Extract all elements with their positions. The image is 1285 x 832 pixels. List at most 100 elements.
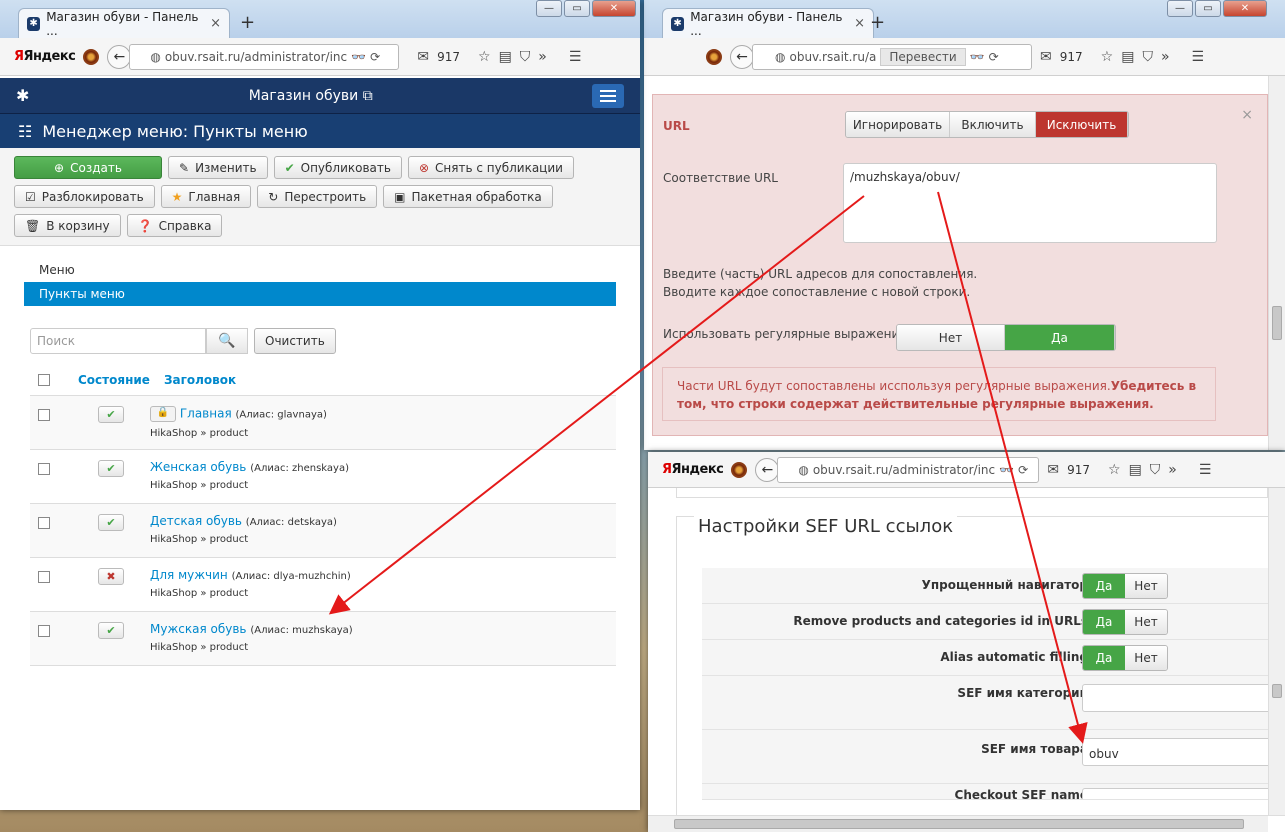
overflow-icon[interactable]: » bbox=[538, 49, 547, 65]
url-match-textarea[interactable]: /muzhskaya/obuv/ bbox=[843, 163, 1217, 243]
glasses-icon[interactable]: 👓 bbox=[351, 50, 366, 64]
home-button[interactable]: ★ Главная bbox=[160, 185, 252, 208]
translate-button[interactable]: Перевести bbox=[880, 47, 966, 66]
no-button[interactable]: Нет bbox=[1125, 574, 1167, 598]
bookmark-star-icon[interactable]: ☆ bbox=[1108, 462, 1121, 478]
exclude-button[interactable]: Исключить bbox=[1036, 112, 1128, 137]
pocket-icon[interactable]: ⛉ bbox=[1150, 462, 1161, 478]
maximize-icon[interactable]: ▭ bbox=[564, 0, 590, 17]
yes-button[interactable]: Да bbox=[1083, 646, 1125, 670]
regex-yes-button[interactable]: Да bbox=[1005, 325, 1115, 350]
mail-icon[interactable]: ✉ bbox=[417, 49, 429, 65]
unlock-button[interactable]: ☑ Разблокировать bbox=[14, 185, 155, 208]
address-bar[interactable]: ◍ obuv.rsait.ru/administrator/inc 👓 ⟳ bbox=[129, 43, 400, 70]
edit-button[interactable]: ✎ Изменить bbox=[168, 156, 268, 179]
no-button[interactable]: Нет bbox=[1125, 646, 1167, 670]
back-icon[interactable]: ← bbox=[755, 457, 780, 482]
scrollbar-thumb[interactable] bbox=[1272, 306, 1282, 340]
close-window-icon[interactable]: ✕ bbox=[592, 0, 636, 17]
status-toggle[interactable]: ✔ bbox=[98, 460, 124, 477]
maximize-icon[interactable]: ▭ bbox=[1195, 0, 1221, 17]
new-tab-icon[interactable]: + bbox=[870, 12, 885, 33]
menu-icon[interactable]: ☰ bbox=[1199, 462, 1212, 478]
reading-list-icon[interactable]: ▤ bbox=[1121, 49, 1134, 65]
pocket-icon[interactable]: ⛉ bbox=[1142, 49, 1153, 65]
search-input[interactable]: Поиск bbox=[30, 328, 206, 354]
menu-item-link[interactable]: Для мужчин bbox=[150, 568, 228, 582]
row-checkbox[interactable] bbox=[38, 463, 50, 475]
back-icon[interactable]: ← bbox=[730, 44, 754, 69]
status-toggle[interactable]: ✔ bbox=[98, 406, 124, 423]
menu-icon[interactable]: ☰ bbox=[1192, 49, 1205, 65]
row-checkbox[interactable] bbox=[38, 625, 50, 637]
status-toggle[interactable]: ✔ bbox=[98, 622, 124, 639]
yandex-logo[interactable]: ЯЯндекс bbox=[662, 462, 724, 477]
new-tab-icon[interactable]: + bbox=[240, 12, 255, 33]
vertical-scrollbar[interactable] bbox=[1268, 76, 1285, 450]
glasses-icon[interactable]: 👓 bbox=[970, 50, 985, 64]
yes-button[interactable]: Да bbox=[1083, 610, 1125, 634]
hamburger-menu-button[interactable] bbox=[592, 83, 624, 108]
menu-item-link[interactable]: Женская обувь bbox=[150, 460, 246, 474]
bookmark-star-icon[interactable]: ☆ bbox=[478, 49, 491, 65]
checkout-sef-input[interactable] bbox=[1082, 788, 1282, 799]
row-checkbox[interactable] bbox=[38, 517, 50, 529]
close-icon[interactable]: × bbox=[1241, 107, 1253, 123]
status-toggle[interactable]: ✖ bbox=[98, 568, 124, 585]
extension-icon[interactable] bbox=[731, 461, 748, 478]
scrollbar-thumb[interactable] bbox=[1272, 684, 1282, 698]
tab-close-icon[interactable]: × bbox=[210, 16, 221, 31]
product-sef-input[interactable]: obuv bbox=[1082, 738, 1282, 766]
yes-button[interactable]: Да bbox=[1083, 574, 1125, 598]
mail-icon[interactable]: ✉ bbox=[1047, 462, 1059, 478]
tab-close-icon[interactable]: × bbox=[854, 16, 865, 31]
overflow-icon[interactable]: » bbox=[1168, 462, 1177, 478]
browser-tab[interactable]: ✱ Магазин обуви - Панель ... × bbox=[662, 8, 874, 38]
horizontal-scrollbar[interactable] bbox=[648, 815, 1268, 832]
batch-button[interactable]: ▣ Пакетная обработка bbox=[383, 185, 553, 208]
rebuild-button[interactable]: ↻ Перестроить bbox=[257, 185, 378, 208]
menu-icon[interactable]: ☰ bbox=[569, 49, 582, 65]
regex-no-button[interactable]: Нет bbox=[897, 325, 1005, 350]
create-button[interactable]: ⊕ Создать bbox=[14, 156, 162, 179]
extension-icon[interactable] bbox=[83, 48, 100, 65]
joomla-logo-icon[interactable]: ✱ bbox=[16, 86, 29, 105]
reading-list-icon[interactable]: ▤ bbox=[1129, 462, 1142, 478]
close-window-icon[interactable]: ✕ bbox=[1223, 0, 1267, 17]
state-column-header[interactable]: Состояние bbox=[78, 373, 164, 387]
reload-icon[interactable]: ⟳ bbox=[989, 50, 999, 64]
address-bar[interactable]: ◍ obuv.rsait.ru/administrator/inc 👓 ⟳ bbox=[777, 456, 1040, 483]
glasses-icon[interactable]: 👓 bbox=[999, 463, 1014, 477]
reading-list-icon[interactable]: ▤ bbox=[499, 49, 512, 65]
title-column-header[interactable]: Заголовок bbox=[164, 373, 236, 387]
submenu-item-menu-items[interactable]: Пункты меню bbox=[24, 282, 616, 306]
search-button[interactable]: 🔍 bbox=[206, 328, 248, 354]
menu-item-link[interactable]: Детская обувь bbox=[150, 514, 242, 528]
include-button[interactable]: Включить bbox=[950, 112, 1036, 137]
no-button[interactable]: Нет bbox=[1125, 610, 1167, 634]
scrollbar-thumb[interactable] bbox=[674, 819, 1244, 829]
bookmark-star-icon[interactable]: ☆ bbox=[1101, 49, 1114, 65]
trash-button[interactable]: 🗑 В корзину bbox=[14, 214, 121, 237]
reload-icon[interactable]: ⟳ bbox=[370, 50, 380, 64]
menu-item-link[interactable]: Мужская обувь bbox=[150, 622, 247, 636]
category-sef-input[interactable] bbox=[1082, 684, 1282, 712]
yandex-logo[interactable]: ЯЯндекс bbox=[14, 49, 76, 64]
pocket-icon[interactable]: ⛉ bbox=[520, 49, 531, 65]
address-bar[interactable]: ◍ obuv.rsait.ru/a Перевести 👓 ⟳ bbox=[752, 43, 1032, 70]
overflow-icon[interactable]: » bbox=[1161, 49, 1170, 65]
minimize-icon[interactable]: — bbox=[1167, 0, 1193, 17]
minimize-icon[interactable]: — bbox=[536, 0, 562, 17]
submenu-item-menus[interactable]: Меню bbox=[24, 258, 616, 282]
browser-tab[interactable]: ✱ Магазин обуви - Панель ... × bbox=[18, 8, 230, 38]
back-icon[interactable]: ← bbox=[107, 44, 132, 69]
extension-icon[interactable] bbox=[706, 48, 722, 65]
clear-button[interactable]: Очистить bbox=[254, 328, 336, 354]
row-checkbox[interactable] bbox=[38, 571, 50, 583]
vertical-scrollbar[interactable] bbox=[1268, 488, 1285, 815]
publish-button[interactable]: ✔ Опубликовать bbox=[273, 156, 402, 179]
menu-item-link[interactable]: Главная bbox=[180, 407, 232, 421]
site-title[interactable]: Магазин обуви ⧉ bbox=[29, 88, 592, 104]
row-checkbox[interactable] bbox=[38, 409, 50, 421]
ignore-button[interactable]: Игнорировать bbox=[846, 112, 950, 137]
